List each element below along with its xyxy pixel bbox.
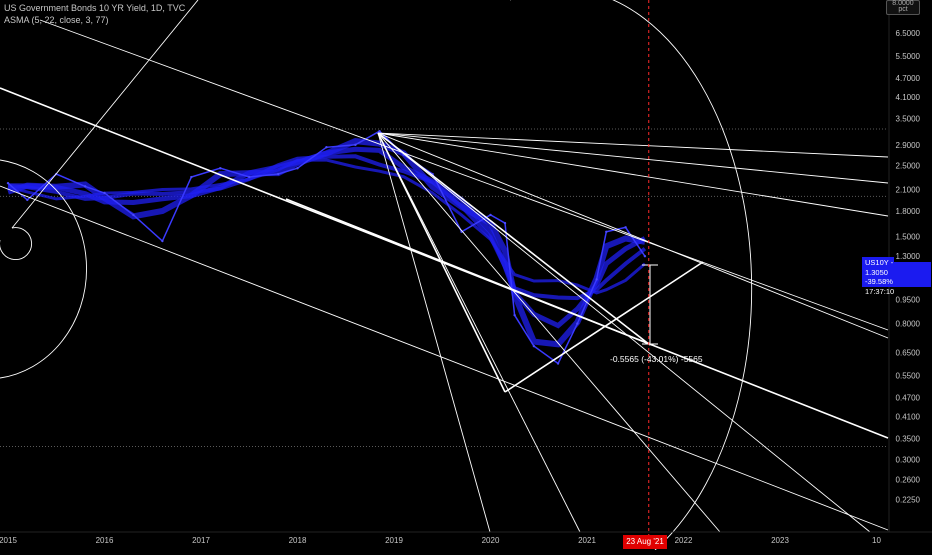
series-point: [624, 226, 627, 229]
series-point: [26, 198, 29, 202]
y-tick-label: 0.9500: [896, 296, 921, 305]
y-tick-label: 6.5000: [896, 29, 921, 38]
series-point: [248, 175, 251, 179]
y-tick-label: 0.8000: [896, 320, 921, 329]
x-tick-label: 2021: [578, 536, 596, 545]
x-tick-label: 2020: [482, 536, 500, 545]
price-change: -39.58%: [865, 277, 893, 286]
y-tick-label: 0.3500: [896, 434, 921, 443]
x-tick-label: 2018: [289, 536, 307, 545]
series-point: [84, 185, 87, 188]
y-tick-label: 3.5000: [896, 115, 921, 124]
series-point: [6, 181, 10, 185]
chart-area[interactable]: 6.5000 5.5000 4.7000 4.1000 3.5000 2.9000 2.50…: [0, 0, 932, 551]
y-tick-label: 0.4700: [896, 393, 921, 402]
chart-background: [0, 0, 932, 550]
series-point: [325, 146, 328, 149]
series-point: [161, 239, 164, 243]
price-tag-tail: [894, 262, 931, 287]
x-tick-label: 2017: [192, 536, 210, 545]
series-point: [513, 313, 516, 317]
series-point: [605, 230, 608, 233]
y-tick-label: 0.4100: [896, 412, 921, 421]
x-tick-label: 2023: [771, 536, 789, 545]
last-price-tag: US10Y - 1.3050 -39.58% 17:37:10: [862, 257, 894, 296]
y-tick-label: 2.5000: [896, 161, 921, 170]
series-point: [277, 172, 280, 176]
series-point: [556, 362, 560, 365]
legend-title: US Government Bonds 10 YR Yield, 1D, TVC: [4, 3, 186, 13]
y-tick-label: 5.5000: [896, 52, 921, 61]
series-point: [643, 255, 647, 258]
measure-label: -0.5565 (-43.01%) -5565: [610, 354, 703, 364]
y-tick-label: 0.6500: [896, 348, 921, 357]
x-tick-label: 2016: [96, 536, 114, 545]
series-point: [132, 213, 135, 217]
chart-legend: US Government Bonds 10 YR Yield, 1D, TVC…: [4, 2, 185, 26]
series-point: [532, 344, 536, 348]
price-chart[interactable]: 6.5000 5.5000 4.7000 4.1000 3.5000 2.9000 2.50…: [0, 0, 932, 551]
y-tick-label: 0.3000: [896, 456, 921, 465]
scale-unit: pct: [898, 6, 908, 13]
series-point: [354, 143, 357, 147]
price-countdown: 17:37:10: [865, 286, 895, 296]
legend-indicator[interactable]: ASMA (5, 22, close, 3, 77): [4, 14, 185, 26]
series-point: [503, 221, 507, 225]
series-point: [190, 175, 193, 179]
y-tick-label: 1.8000: [896, 207, 921, 216]
y-tick-label: 0.5500: [896, 372, 921, 381]
series-point: [296, 167, 299, 170]
cursor-date-tag: 23 Aug '21: [623, 535, 667, 549]
price-symbol: US10Y: [865, 258, 889, 267]
series-point: [576, 322, 579, 325]
scale-badge[interactable]: 8.0000 pct: [886, 0, 920, 15]
y-tick-label: 2.1000: [896, 186, 921, 195]
y-tick-label: 4.1000: [896, 93, 921, 102]
y-tick-label: 1.5000: [896, 232, 921, 241]
series-point: [103, 191, 106, 195]
y-tick-label: 4.7000: [896, 74, 921, 83]
y-tick-label: 0.2250: [896, 496, 921, 505]
x-tick-label: 2015: [0, 536, 17, 545]
y-tick-label: 2.9000: [896, 141, 921, 150]
x-tick-label: 2019: [385, 536, 403, 545]
y-tick-label: 1.3000: [896, 252, 921, 261]
series-point: [595, 278, 598, 281]
series-point: [219, 167, 222, 170]
series-point: [489, 213, 492, 217]
series-point: [378, 129, 381, 133]
x-tick-label: 10: [872, 536, 881, 545]
price-value: 1.3050: [865, 267, 888, 277]
x-tick-label: 2022: [675, 536, 693, 545]
y-tick-label: 0.2600: [896, 476, 921, 485]
